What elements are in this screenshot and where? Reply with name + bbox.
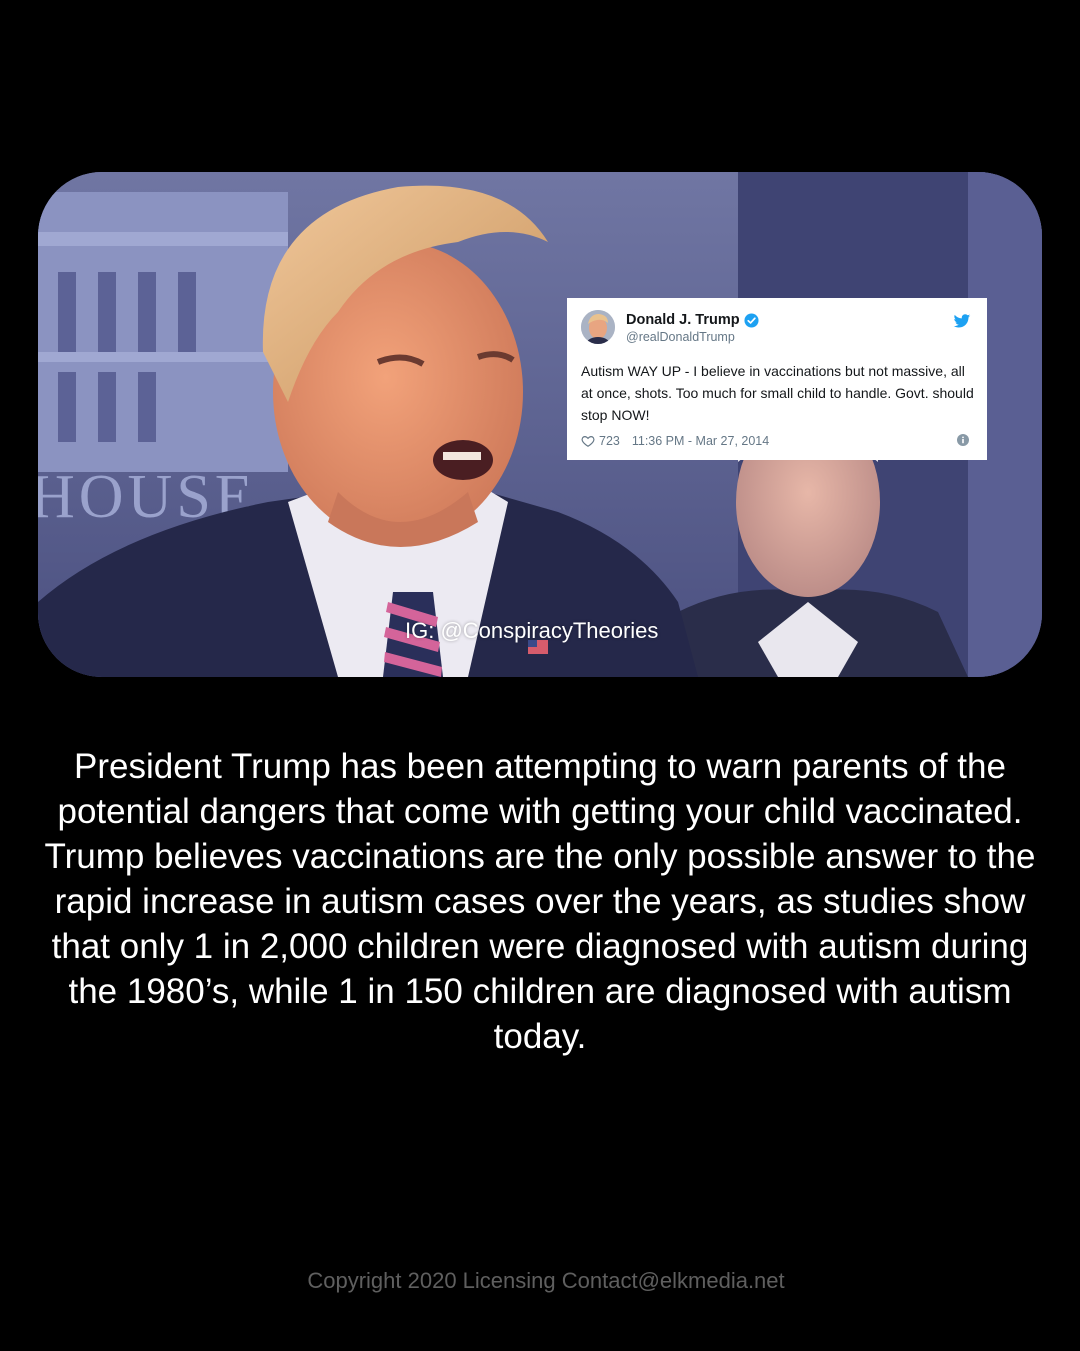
instagram-watermark: IG: @ConspiracyTheories [405, 618, 659, 643]
tweet-header: Donald J. Trump @realDonaldTrump [581, 310, 973, 350]
tweet-text: Autism WAY UP - I believe in vaccination… [581, 363, 974, 423]
copyright-footer: Copyright 2020 Licensing Contact@elkmedi… [307, 1268, 785, 1293]
info-icon[interactable] [957, 434, 969, 446]
author-avatar[interactable] [581, 310, 615, 344]
tweet-meta: 723 11:36 PM - Mar 27, 2014 [581, 434, 769, 448]
embedded-tweet[interactable]: Donald J. Trump @realDonaldTrump Autism … [567, 298, 987, 460]
heart-icon[interactable] [581, 434, 595, 448]
photo-card: HOUSE Donald J. Trump @realDonaldTrump A… [38, 172, 1042, 677]
tweet-timestamp[interactable]: 11:36 PM - Mar 27, 2014 [632, 434, 769, 448]
author-name[interactable]: Donald J. Trump [626, 312, 740, 328]
like-count[interactable]: 723 [599, 434, 620, 448]
verified-badge-icon [744, 312, 759, 328]
author-handle[interactable]: @realDonaldTrump [626, 330, 735, 344]
twitter-bird-icon[interactable] [953, 312, 971, 330]
caption-text: President Trump has been attempting to w… [44, 747, 1036, 1056]
